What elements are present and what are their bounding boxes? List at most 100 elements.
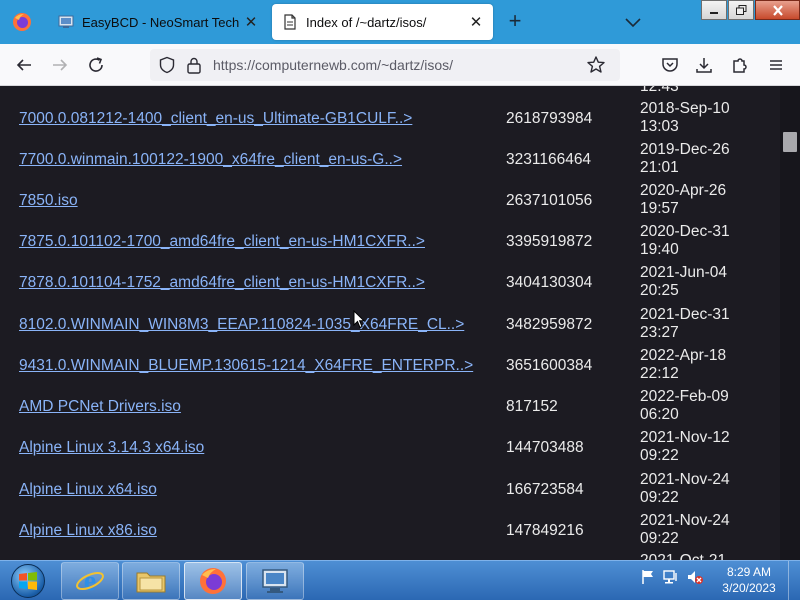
file-date: 2021-Nov-12 09:22 (640, 429, 730, 464)
url-text[interactable]: https://computernewb.com/~dartz/isos/ (213, 57, 453, 73)
list-item: 7850.iso 2637101056 2020-Apr-26 19:57 (0, 182, 780, 223)
tracking-protection-shield-icon[interactable] (158, 56, 176, 74)
extensions-button[interactable] (728, 53, 752, 77)
reload-button[interactable] (84, 53, 108, 77)
partial-date-time: 12:43 (640, 86, 679, 95)
action-center-flag-icon[interactable] (640, 569, 656, 585)
list-item: 7878.0.101104-1752_amd64fre_client_en-us… (0, 264, 780, 305)
list-item: 7875.0.101102-1700_amd64fre_client_en-us… (0, 223, 780, 264)
pocket-button[interactable] (658, 53, 682, 77)
list-item: Alpine Linux x86.iso 147849216 2021-Nov-… (0, 512, 780, 553)
list-item: Alpine Linux x64.iso 166723584 2021-Nov-… (0, 471, 780, 512)
bookmark-star-icon[interactable] (586, 55, 606, 75)
file-date: 2018-Sep-10 13:03 (640, 100, 730, 135)
minimize-icon (710, 12, 718, 14)
pocket-icon (662, 58, 678, 72)
file-date: 2019-Dec-26 21:01 (640, 141, 730, 176)
file-date: 2021-Dec-31 23:27 (640, 306, 730, 341)
file-date: 2021-Nov-24 09:22 (640, 512, 730, 547)
window-controls (700, 0, 800, 22)
file-link[interactable]: Alpine Linux x64.iso (19, 481, 157, 499)
tab-strip: EasyBCD - NeoSmart Technolog ✕ Index of … (0, 0, 800, 44)
file-link[interactable]: AMD PCNet Drivers.iso (19, 398, 181, 416)
reload-icon (89, 57, 103, 72)
file-size: 3651600384 (506, 357, 593, 374)
puzzle-extensions-icon (733, 58, 747, 73)
restore-icon (735, 5, 746, 15)
back-arrow-icon (16, 59, 31, 71)
file-date: 2021-Nov-24 09:22 (640, 471, 730, 506)
tab-title: Index of /~dartz/isos/ (306, 14, 427, 30)
list-item: 8102.0.WINMAIN_WIN8M3_EEAP.110824-1035_X… (0, 306, 780, 347)
file-date: 2020-Apr-26 19:57 (640, 182, 727, 217)
system-tray (640, 569, 704, 585)
folder-icon (136, 572, 166, 593)
chevron-down-icon[interactable] (622, 12, 644, 32)
easybcd-icon (58, 15, 74, 28)
file-link[interactable]: Alpine Linux x86.iso (19, 522, 157, 540)
file-date: 2020-Dec-31 19:40 (640, 223, 730, 258)
forward-arrow-icon (53, 59, 68, 71)
network-icon[interactable] (662, 569, 680, 585)
taskbar-firefox[interactable] (184, 562, 242, 600)
directory-listing[interactable]: 12:43 7000.0.081212-1400_client_en-us_Ul… (0, 86, 780, 560)
file-link[interactable]: 7700.0.winmain.100122-1900_x64fre_client… (19, 151, 402, 169)
tab-easybcd[interactable]: EasyBCD - NeoSmart Technolog ✕ (48, 4, 268, 40)
file-size: 3404130304 (506, 274, 593, 291)
list-item: 7000.0.081212-1400_client_en-us_Ultimate… (0, 100, 780, 141)
easybcd-icon (262, 569, 288, 593)
taskbar-internet-explorer[interactable]: e (61, 562, 119, 600)
navigation-toolbar: https://computernewb.com/~dartz/isos/ (0, 44, 800, 86)
close-icon[interactable]: ✕ (465, 13, 487, 31)
list-item: 9431.0.WINMAIN_BLUEMP.130615-1214_X64FRE… (0, 347, 780, 388)
file-link[interactable]: 7000.0.081212-1400_client_en-us_Ultimate… (19, 110, 412, 128)
file-date: 2022-Feb-09 06:20 (640, 388, 729, 423)
app-menu-button[interactable] (764, 53, 788, 77)
start-button[interactable] (2, 562, 54, 600)
windows-logo-icon (11, 564, 45, 598)
page-scrollbar[interactable] (780, 86, 800, 560)
firefox-icon (13, 13, 31, 31)
new-tab-button[interactable]: + (503, 10, 527, 34)
file-date: 2022-Apr-18 22:12 (640, 347, 727, 382)
file-link[interactable]: 9431.0.WINMAIN_BLUEMP.130615-1214_X64FRE… (19, 357, 473, 375)
taskbar-easybcd[interactable] (246, 562, 304, 600)
file-size: 2618793984 (506, 110, 593, 127)
maximize-button[interactable] (728, 0, 754, 20)
system-clock[interactable]: 8:29 AM 3/20/2023 (714, 564, 784, 596)
clock-date: 3/20/2023 (722, 581, 776, 595)
windows-taskbar: e 8:29 AM 3/20/2023 (0, 560, 800, 600)
page-icon (284, 14, 296, 30)
tab-title: EasyBCD - NeoSmart Technolog (82, 14, 240, 30)
file-link[interactable]: 7850.iso (19, 192, 78, 210)
list-item: AMD PCNet Drivers.iso 817152 2022-Feb-09… (0, 388, 780, 429)
close-icon (772, 4, 783, 16)
close-icon[interactable]: ✕ (240, 13, 262, 31)
tab-index-of-isos[interactable]: Index of /~dartz/isos/ ✕ (272, 4, 493, 40)
partial-date: 2021-Oct-21 (640, 552, 726, 560)
address-bar[interactable]: https://computernewb.com/~dartz/isos/ (150, 49, 620, 81)
taskbar-file-explorer[interactable] (122, 562, 180, 600)
mouse-pointer-icon (353, 310, 365, 329)
file-link[interactable]: 7878.0.101104-1752_amd64fre_client_en-us… (19, 274, 425, 292)
file-size: 147849216 (506, 522, 584, 539)
minimize-button[interactable] (701, 0, 727, 20)
file-size: 144703488 (506, 439, 584, 456)
file-link[interactable]: 7875.0.101102-1700_amd64fre_client_en-us… (19, 233, 425, 251)
forward-button[interactable] (48, 53, 72, 77)
file-link[interactable]: 8102.0.WINMAIN_WIN8M3_EEAP.110824-1035_X… (19, 316, 464, 334)
clock-time: 8:29 AM (726, 565, 772, 579)
lock-icon[interactable] (186, 56, 202, 74)
back-button[interactable] (12, 53, 36, 77)
downloads-button[interactable] (692, 53, 716, 77)
file-date: 2021-Jun-04 20:25 (640, 264, 728, 299)
window-close-button[interactable] (755, 0, 800, 20)
list-item: 2021-Oct-21 (0, 552, 780, 560)
firefox-icon (200, 568, 226, 594)
firefox-view-button[interactable] (0, 0, 44, 44)
file-link[interactable]: Alpine Linux 3.14.3 x64.iso (19, 439, 204, 457)
scrollbar-thumb[interactable] (783, 132, 797, 152)
show-desktop-button[interactable] (788, 561, 800, 600)
volume-muted-icon[interactable] (686, 569, 704, 585)
file-size: 166723584 (506, 481, 584, 498)
